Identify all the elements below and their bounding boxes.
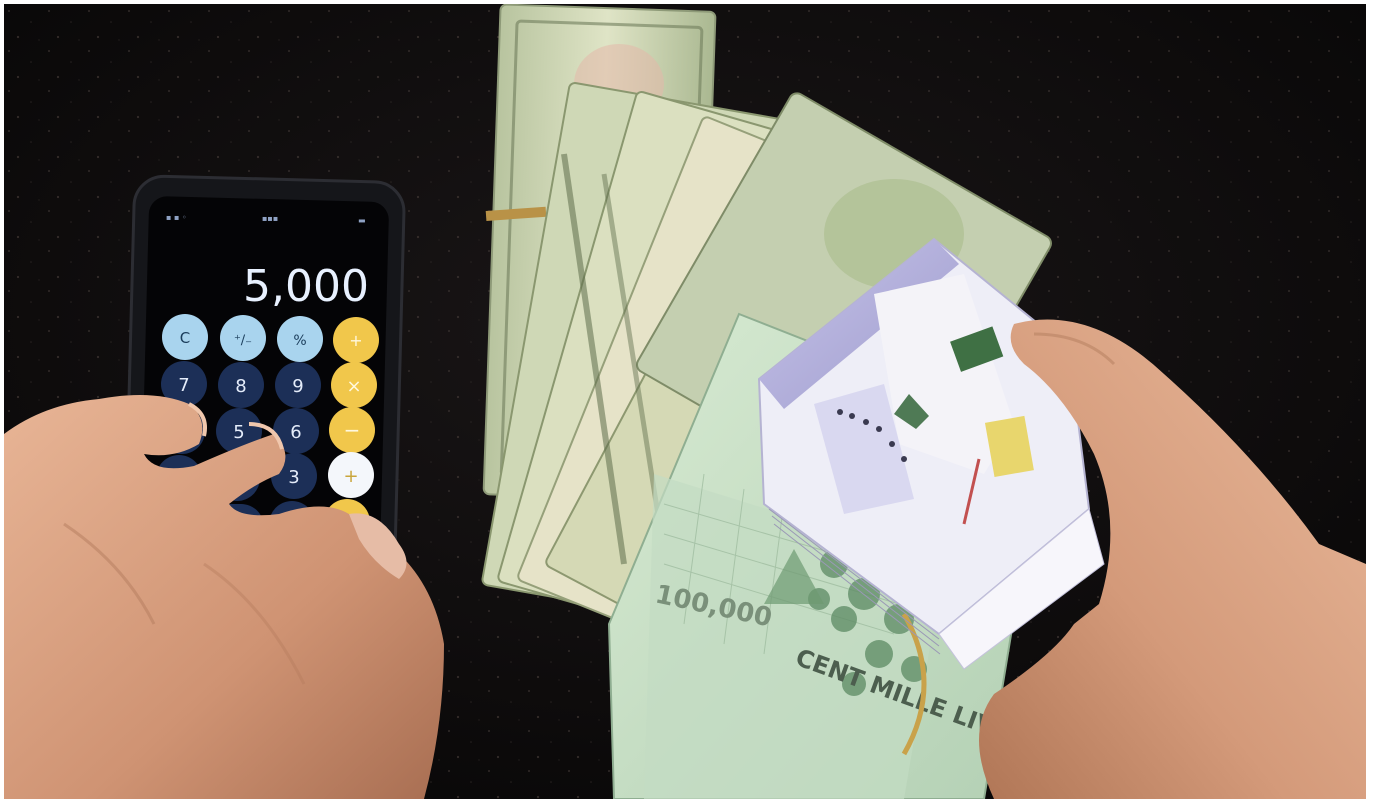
svg-text:−: − <box>344 418 361 442</box>
svg-text:3: 3 <box>288 467 299 488</box>
key-percent[interactable]: % <box>277 316 323 362</box>
svg-text:9: 9 <box>292 376 303 397</box>
svg-text:×: × <box>346 376 361 397</box>
svg-text:C: C <box>180 329 190 347</box>
key-plus-minus[interactable]: ⁺∕₋ <box>220 315 266 361</box>
key-9[interactable]: 9 <box>275 362 321 408</box>
photo-scene: 50 100,000 CENT MILLE LIVRES <box>4 4 1366 799</box>
svg-text:⁺∕₋: ⁺∕₋ <box>234 333 252 348</box>
key-subtract[interactable]: − <box>329 407 375 453</box>
calculator-display: 5,000 <box>243 261 369 312</box>
svg-text:▪ ▪ ◦: ▪ ▪ ◦ <box>166 213 187 222</box>
svg-text:5: 5 <box>233 422 244 443</box>
key-8[interactable]: 8 <box>218 362 264 408</box>
svg-text:+: + <box>343 466 358 487</box>
svg-text:%: % <box>293 333 306 349</box>
svg-text:+: + <box>349 331 362 350</box>
photo: 50 100,000 CENT MILLE LIVRES <box>4 4 1366 799</box>
key-add-top[interactable]: + <box>333 317 379 363</box>
key-multiply[interactable]: × <box>331 362 377 408</box>
svg-text:8: 8 <box>235 376 246 397</box>
svg-text:▬: ▬ <box>358 216 366 225</box>
svg-text:7: 7 <box>178 375 189 396</box>
svg-text:6: 6 <box>290 422 301 443</box>
key-add[interactable]: + <box>328 452 374 498</box>
key-clear[interactable]: C <box>162 314 208 360</box>
svg-text:▪▪▪: ▪▪▪ <box>262 214 278 223</box>
